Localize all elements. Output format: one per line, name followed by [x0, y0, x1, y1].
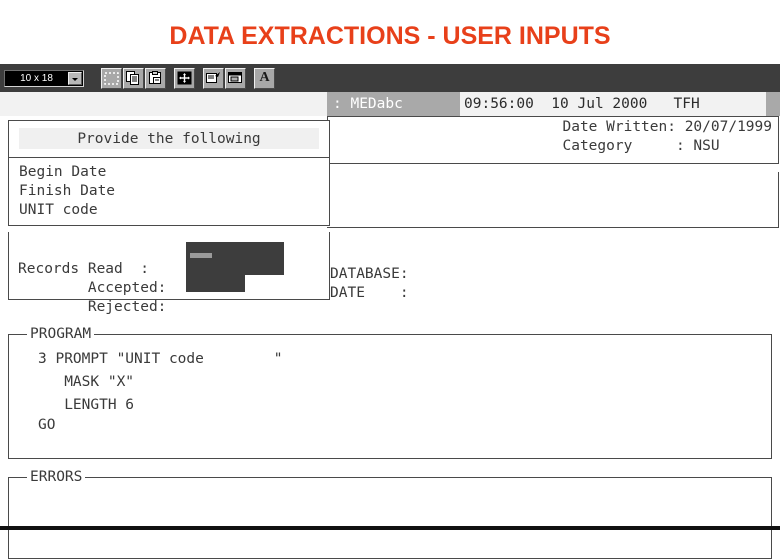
toolbar-separator	[167, 78, 174, 79]
dialog-field-labels: Begin Date Finish Date UNIT code	[19, 164, 116, 218]
program-legend: PROGRAM	[27, 327, 95, 341]
records-panel-text: Records Read : Accepted: Rejected:	[18, 261, 167, 315]
program-code-text: 3 PROMPT "UNIT code " MASK "X" LENGTH 6	[38, 351, 283, 413]
fullscreen-arrows-icon	[177, 71, 192, 85]
page-title: DATA EXTRACTIONS - USER INPUTS	[169, 22, 611, 50]
terminal-status-line: : MEDabc 09:56:00 10 Jul 2000 TFH	[0, 92, 780, 116]
background-button[interactable]	[225, 67, 246, 89]
header-panel-text: Date Written: 20/07/1999 Category : NSU	[562, 119, 772, 154]
window-icon	[228, 72, 242, 83]
errors-legend: ERRORS	[27, 470, 86, 484]
status-host: : MEDabc	[327, 92, 460, 116]
font-size-value: 10 x 18	[20, 72, 53, 84]
copy-icon	[126, 71, 139, 85]
copy-button[interactable]	[123, 67, 144, 89]
properties-icon	[206, 72, 220, 83]
dialog-title: Provide the following	[77, 130, 261, 147]
terminal-screen: : MEDabc 09:56:00 10 Jul 2000 TFH Date W…	[0, 92, 780, 559]
dialog-divider	[9, 157, 329, 158]
bottom-rule	[0, 526, 780, 530]
unit-code-input[interactable]	[186, 275, 245, 292]
status-clock: 09:56:00 10 Jul 2000 TFH	[464, 96, 700, 112]
fullscreen-button[interactable]	[174, 67, 195, 89]
font-a-icon: A	[259, 70, 270, 85]
provide-the-following-dialog: Provide the following Begin Date Finish …	[8, 120, 330, 226]
toolbar-separator	[247, 78, 254, 79]
mark-button[interactable]	[101, 67, 122, 89]
toolbar: 10 x 18 A	[0, 64, 780, 92]
text-cursor	[190, 253, 212, 258]
console-window: 10 x 18 A: MEDabc 09:56:00 10 Jul 2000 …	[0, 64, 780, 559]
program-go-text: GO	[38, 417, 56, 433]
begin-date-input[interactable]	[186, 242, 284, 275]
properties-button[interactable]	[203, 67, 224, 89]
toolbar-separator	[196, 78, 203, 79]
database-panel-text: DATABASE: DATE :	[330, 266, 409, 301]
font-button[interactable]: A	[254, 67, 275, 89]
paste-button[interactable]	[145, 67, 166, 89]
status-right-block	[766, 92, 780, 116]
dialog-title-band: Provide the following	[19, 128, 319, 149]
chevron-down-icon[interactable]	[68, 71, 82, 85]
mark-icon	[104, 71, 119, 85]
font-size-dropdown[interactable]: 10 x 18	[4, 69, 84, 87]
errors-panel: ERRORS	[8, 470, 772, 559]
paste-icon	[149, 71, 161, 84]
database-panel	[327, 172, 779, 228]
toolbar-separator	[94, 78, 101, 79]
